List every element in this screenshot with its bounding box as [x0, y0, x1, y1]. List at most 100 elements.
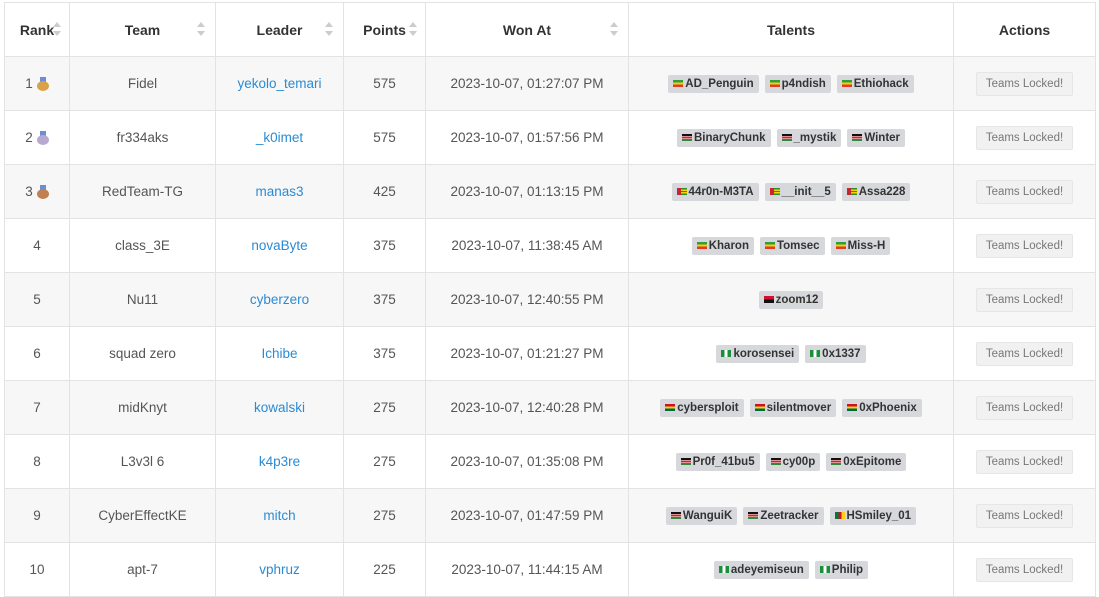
won-at-cell: 2023-10-07, 01:57:56 PM — [425, 110, 629, 165]
team-cell: midKnyt — [69, 380, 216, 435]
silver-medal-icon — [36, 130, 49, 145]
won-at-cell: 2023-10-07, 01:35:08 PM — [425, 434, 629, 489]
actions-cell: Teams Locked! — [953, 272, 1096, 327]
talent-list: Pr0f_41bu5 cy00p 0xEpitome — [629, 452, 953, 471]
talent-list: BinaryChunk _mystik Winter — [629, 128, 953, 147]
talent-badge[interactable]: cybersploit — [660, 398, 744, 417]
talents-cell: cybersploit silentmover 0xPhoenix — [628, 380, 954, 435]
talent-list: cybersploit silentmover 0xPhoenix — [629, 398, 953, 417]
talent-badge[interactable]: __init__5 — [764, 182, 836, 201]
points-cell: 575 — [343, 56, 426, 111]
won-at-cell: 2023-10-07, 11:38:45 AM — [425, 218, 629, 273]
talents-cell: BinaryChunk _mystik Winter — [628, 110, 954, 165]
points-cell: 375 — [343, 326, 426, 381]
talent-badge[interactable]: AD_Penguin — [668, 74, 759, 93]
teams-locked-button[interactable]: Teams Locked! — [975, 449, 1074, 474]
sort-icon[interactable] — [610, 22, 618, 36]
leader-link[interactable]: _k0imet — [256, 130, 303, 145]
talent-badge[interactable]: 0xPhoenix — [842, 398, 922, 417]
talent-badge[interactable]: silentmover — [749, 398, 837, 417]
points-cell: 275 — [343, 488, 426, 543]
talent-badge[interactable]: Tomsec — [759, 236, 825, 255]
talent-badge[interactable]: Miss-H — [830, 236, 891, 255]
flag-icon — [846, 188, 857, 195]
teams-locked-button[interactable]: Teams Locked! — [975, 395, 1074, 420]
talent-badge[interactable]: 0xEpitome — [826, 452, 907, 471]
leader-link[interactable]: manas3 — [255, 184, 303, 199]
table-row: 7 midKnyt kowalski 275 2023-10-07, 12:40:28 … — [4, 380, 1096, 435]
talent-badge[interactable]: Ethiohack — [836, 74, 914, 93]
talent-badge[interactable]: zoom12 — [758, 290, 824, 309]
leader-link[interactable]: kowalski — [254, 400, 305, 415]
talent-badge[interactable]: Pr0f_41bu5 — [675, 452, 760, 471]
leader-link[interactable]: novaByte — [251, 238, 307, 253]
sort-icon[interactable] — [197, 22, 205, 36]
talent-list: zoom12 — [629, 290, 953, 309]
sort-icon[interactable] — [53, 22, 61, 36]
sort-icon[interactable] — [325, 22, 333, 36]
flag-icon — [680, 458, 691, 465]
talent-badge[interactable]: 0x1337 — [805, 344, 866, 363]
flag-icon — [764, 242, 775, 249]
flag-icon — [847, 404, 858, 411]
talent-badge[interactable]: Kharon — [691, 236, 754, 255]
talent-badge[interactable]: Philip — [814, 560, 869, 579]
team-cell: fr334aks — [69, 110, 216, 165]
leader-link[interactable]: cyberzero — [250, 292, 309, 307]
table-row: 1 Fidel yekolo_temari 575 2023-10-07, 01:27:… — [4, 56, 1096, 111]
talent-list: korosensei 0x1337 — [629, 344, 953, 363]
actions-cell: Teams Locked! — [953, 110, 1096, 165]
actions-cell: Teams Locked! — [953, 380, 1096, 435]
leader-link[interactable]: yekolo_temari — [237, 76, 321, 91]
leader-link[interactable]: k4p3re — [259, 454, 300, 469]
leader-link[interactable]: vphruz — [259, 562, 300, 577]
actions-cell: Teams Locked! — [953, 164, 1096, 219]
flag-icon — [769, 188, 780, 195]
column-header-leader[interactable]: Leader — [215, 2, 344, 57]
flag-icon — [721, 350, 732, 357]
leader-cell: k4p3re — [215, 434, 344, 489]
talent-badge[interactable]: WanguiK — [665, 506, 738, 525]
talent-list: AD_Penguin p4ndish Ethiohack — [629, 74, 953, 93]
column-header-rank[interactable]: Rank — [4, 2, 70, 57]
talent-badge[interactable]: Zeetracker — [743, 506, 824, 525]
leader-cell: cyberzero — [215, 272, 344, 327]
sort-icon[interactable] — [409, 22, 417, 36]
teams-locked-button[interactable]: Teams Locked! — [975, 125, 1074, 150]
teams-locked-button[interactable]: Teams Locked! — [975, 287, 1074, 312]
column-header-won-at[interactable]: Won At — [425, 2, 629, 57]
teams-locked-button[interactable]: Teams Locked! — [975, 557, 1074, 582]
leader-link[interactable]: Ichibe — [261, 346, 297, 361]
talent-list: 44r0n-M3TA __init__5 Assa228 — [629, 182, 953, 201]
talent-list: Kharon Tomsec Miss-H — [629, 236, 953, 255]
flag-icon — [670, 512, 681, 519]
teams-locked-button[interactable]: Teams Locked! — [975, 233, 1074, 258]
talent-badge[interactable]: Assa228 — [841, 182, 911, 201]
teams-locked-button[interactable]: Teams Locked! — [975, 71, 1074, 96]
actions-cell: Teams Locked! — [953, 488, 1096, 543]
leader-cell: mitch — [215, 488, 344, 543]
teams-locked-button[interactable]: Teams Locked! — [975, 341, 1074, 366]
flag-icon — [696, 242, 707, 249]
talent-badge[interactable]: HSmiley_01 — [829, 506, 917, 525]
talent-badge[interactable]: adeyemiseun — [713, 560, 809, 579]
points-cell: 425 — [343, 164, 426, 219]
talent-badge[interactable]: _mystik — [776, 128, 842, 147]
column-header-points[interactable]: Points — [343, 2, 426, 57]
leader-link[interactable]: mitch — [263, 508, 295, 523]
gold-medal-icon — [36, 76, 49, 91]
rank-cell: 1 — [4, 56, 70, 111]
talents-cell: AD_Penguin p4ndish Ethiohack — [628, 56, 954, 111]
leader-cell: novaByte — [215, 218, 344, 273]
talent-badge[interactable]: 44r0n-M3TA — [671, 182, 759, 201]
talent-badge[interactable]: Winter — [847, 128, 906, 147]
teams-locked-button[interactable]: Teams Locked! — [975, 503, 1074, 528]
column-header-actions: Actions — [953, 2, 1096, 57]
talent-badge[interactable]: cy00p — [765, 452, 821, 471]
talent-badge[interactable]: p4ndish — [764, 74, 831, 93]
column-header-team[interactable]: Team — [69, 2, 216, 57]
talents-cell: WanguiK Zeetracker HSmiley_01 — [628, 488, 954, 543]
talent-badge[interactable]: korosensei — [716, 344, 800, 363]
teams-locked-button[interactable]: Teams Locked! — [975, 179, 1074, 204]
talent-badge[interactable]: BinaryChunk — [676, 128, 771, 147]
